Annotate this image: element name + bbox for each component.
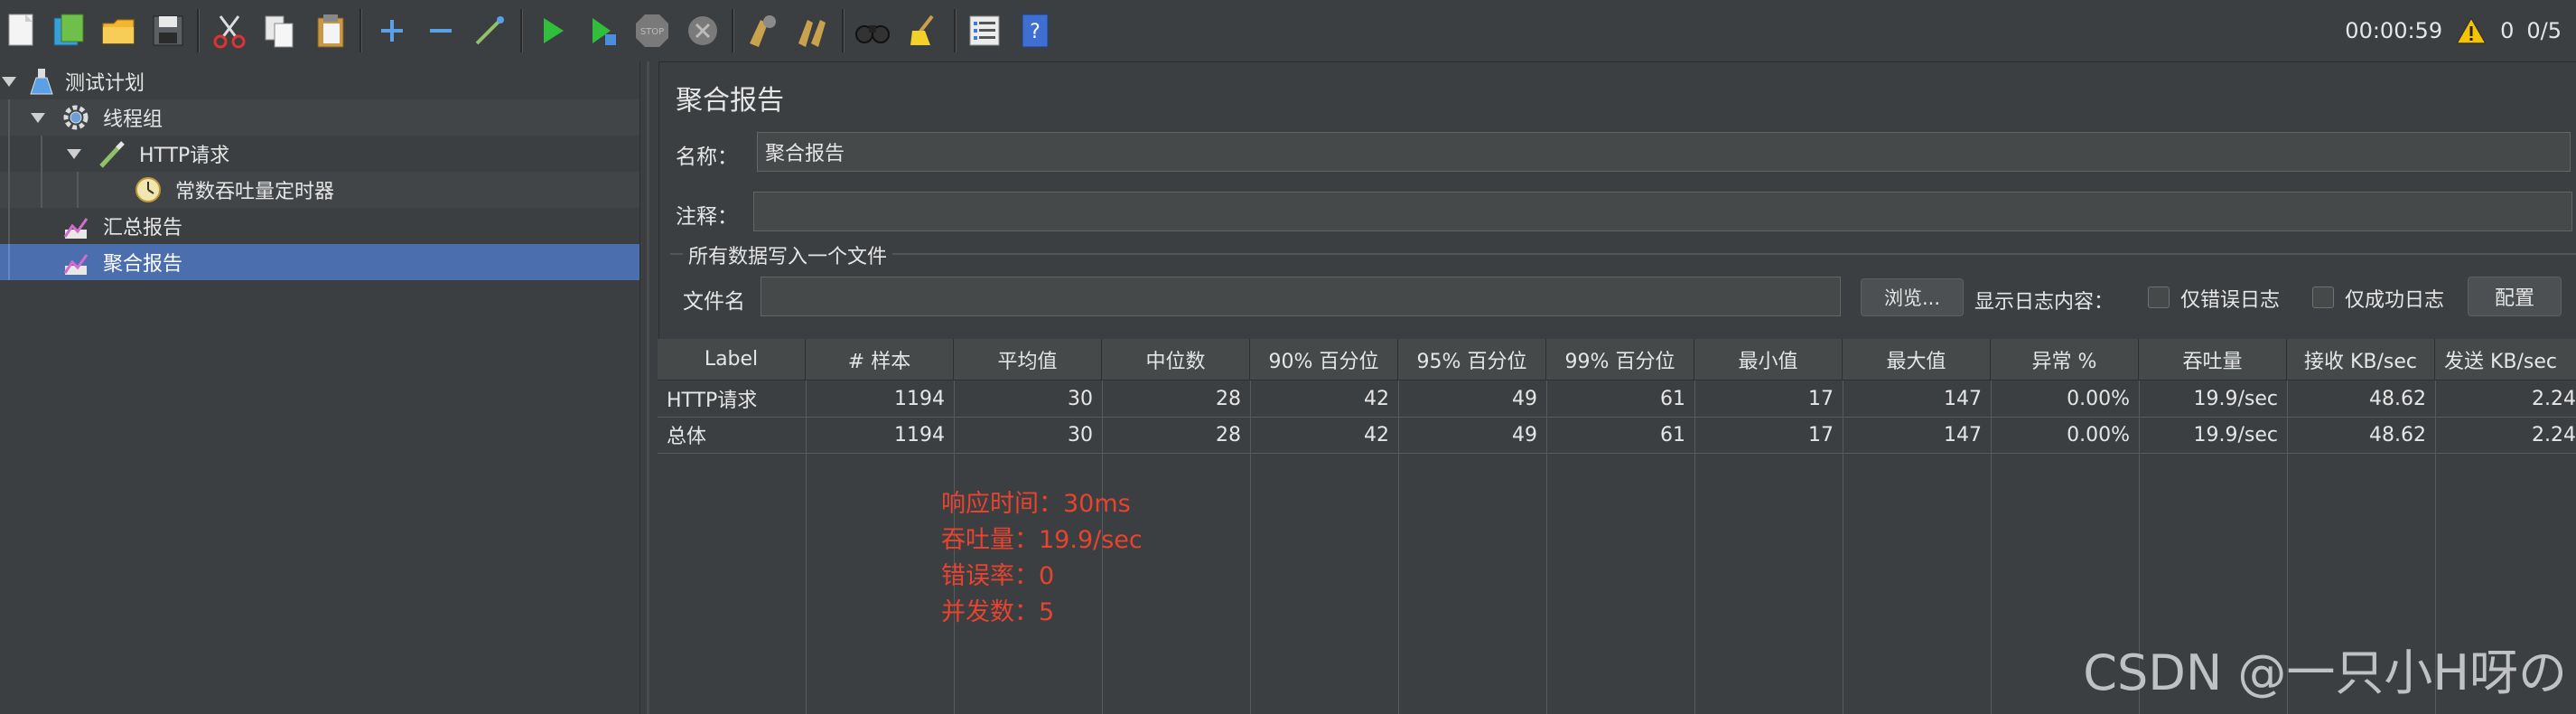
expand-arrow-icon[interactable]	[31, 113, 45, 123]
http-sampler-pen-icon	[98, 139, 126, 168]
help-icon[interactable]: ?	[1015, 11, 1055, 51]
panel-title: 聚合报告	[676, 85, 784, 117]
browse-button[interactable]: 浏览...	[1861, 278, 1964, 316]
tree-item-summary-report[interactable]: 汇总报告	[0, 208, 639, 244]
expand-icon[interactable]	[372, 11, 412, 51]
tree-item-test-plan[interactable]: 测试计划	[0, 63, 639, 99]
open-icon[interactable]	[99, 11, 139, 51]
stop-icon[interactable]: STOP	[632, 11, 672, 51]
svg-text:?: ?	[1030, 21, 1041, 43]
cut-icon[interactable]	[210, 11, 249, 51]
copy-icon[interactable]	[260, 11, 300, 51]
reset-search-icon[interactable]	[903, 11, 943, 51]
clear-icon[interactable]	[742, 11, 782, 51]
column-header[interactable]: 90% 百分位	[1250, 339, 1398, 380]
column-header[interactable]: Label	[658, 339, 806, 380]
expand-arrow-icon[interactable]	[67, 149, 81, 159]
watermark: CSDN @一只小H呀の	[2083, 644, 2567, 701]
filename-input[interactable]	[761, 277, 1841, 316]
column-header[interactable]: 95% 百分位	[1398, 339, 1546, 380]
column-header[interactable]: 异常 %	[1991, 339, 2139, 380]
elapsed-timer: 00:00:59	[2345, 18, 2443, 43]
start-no-pause-icon[interactable]	[583, 11, 623, 51]
tree-item-aggregate-report[interactable]: 聚合报告	[0, 244, 639, 280]
annotation-line: 错误率：0	[941, 562, 1055, 590]
tree-item-constant-throughput-timer[interactable]: 常数吞吐量定时器	[0, 172, 639, 208]
test-plan-flask-icon	[27, 67, 56, 96]
success-only-checkbox[interactable]	[2312, 287, 2334, 308]
column-header[interactable]: 吞吐量	[2139, 339, 2287, 380]
test-plan-tree: 测试计划 线程组 HTTP请求 常数吞吐量定时器 汇总报告 聚合报告	[0, 61, 639, 714]
toggle-icon[interactable]	[470, 11, 509, 51]
config-button[interactable]: 配置	[2468, 277, 2562, 316]
start-icon[interactable]	[533, 11, 573, 51]
active-threads: 0/5	[2526, 18, 2562, 43]
comment-input[interactable]	[753, 192, 2572, 231]
log-content-label: 显示日志内容：	[1974, 291, 2114, 314]
tree-item-http-request[interactable]: HTTP请求	[0, 136, 639, 172]
warning-count: 0	[2500, 18, 2515, 43]
aggregate-report-chart-icon	[61, 248, 90, 277]
status-area: 00:00:59 0 0/5	[2345, 14, 2562, 47]
tree-item-thread-group[interactable]: 线程组	[0, 99, 639, 136]
column-header[interactable]: 最小值	[1694, 339, 1843, 380]
annotation-line: 并发数：5	[941, 598, 1055, 626]
column-header[interactable]: 平均值	[954, 339, 1102, 380]
filename-label: 文件名	[683, 290, 745, 314]
name-label: 名称：	[676, 146, 738, 169]
clear-all-icon[interactable]	[793, 11, 833, 51]
search-icon[interactable]	[853, 11, 892, 51]
thread-group-gear-icon	[61, 103, 90, 132]
fieldset-border	[670, 253, 2576, 255]
column-header[interactable]: 99% 百分位	[1546, 339, 1694, 380]
warning-icon[interactable]	[2455, 16, 2487, 45]
expand-arrow-icon[interactable]	[2, 77, 16, 87]
save-icon[interactable]	[148, 11, 188, 51]
templates-icon[interactable]	[49, 11, 89, 51]
annotation-line: 响应时间：30ms	[941, 490, 1131, 518]
success-only-label: 仅成功日志	[2345, 289, 2445, 312]
toolbar: STOP ? 00:00:59 0 0/5	[0, 0, 2576, 62]
shutdown-icon[interactable]	[683, 11, 723, 51]
collapse-icon[interactable]	[421, 11, 461, 51]
column-header[interactable]: 发送 KB/sec	[2435, 339, 2576, 380]
fieldset-title: 所有数据写入一个文件	[683, 240, 893, 269]
timer-clock-icon	[134, 175, 163, 204]
annotation-line: 吞吐量：19.9/sec	[941, 526, 1143, 554]
column-header[interactable]: 接收 KB/sec	[2287, 339, 2435, 380]
annotation-overlay: 响应时间：30ms 吞吐量：19.9/sec 错误率：0 并发数：5	[941, 486, 1143, 631]
column-header[interactable]: 中位数	[1102, 339, 1250, 380]
new-icon[interactable]	[2, 11, 42, 51]
function-helper-icon[interactable]	[965, 11, 1004, 51]
summary-report-chart-icon	[61, 211, 90, 240]
comment-label: 注释：	[676, 205, 738, 229]
split-pane-divider[interactable]	[639, 61, 659, 714]
svg-text:STOP: STOP	[640, 27, 664, 37]
paste-icon[interactable]	[311, 11, 350, 51]
column-header[interactable]: # 样本	[806, 339, 954, 380]
errors-only-checkbox[interactable]	[2148, 287, 2170, 308]
errors-only-label: 仅错误日志	[2180, 289, 2281, 312]
column-header[interactable]: 最大值	[1843, 339, 1991, 380]
name-input[interactable]: 聚合报告	[757, 132, 2571, 172]
